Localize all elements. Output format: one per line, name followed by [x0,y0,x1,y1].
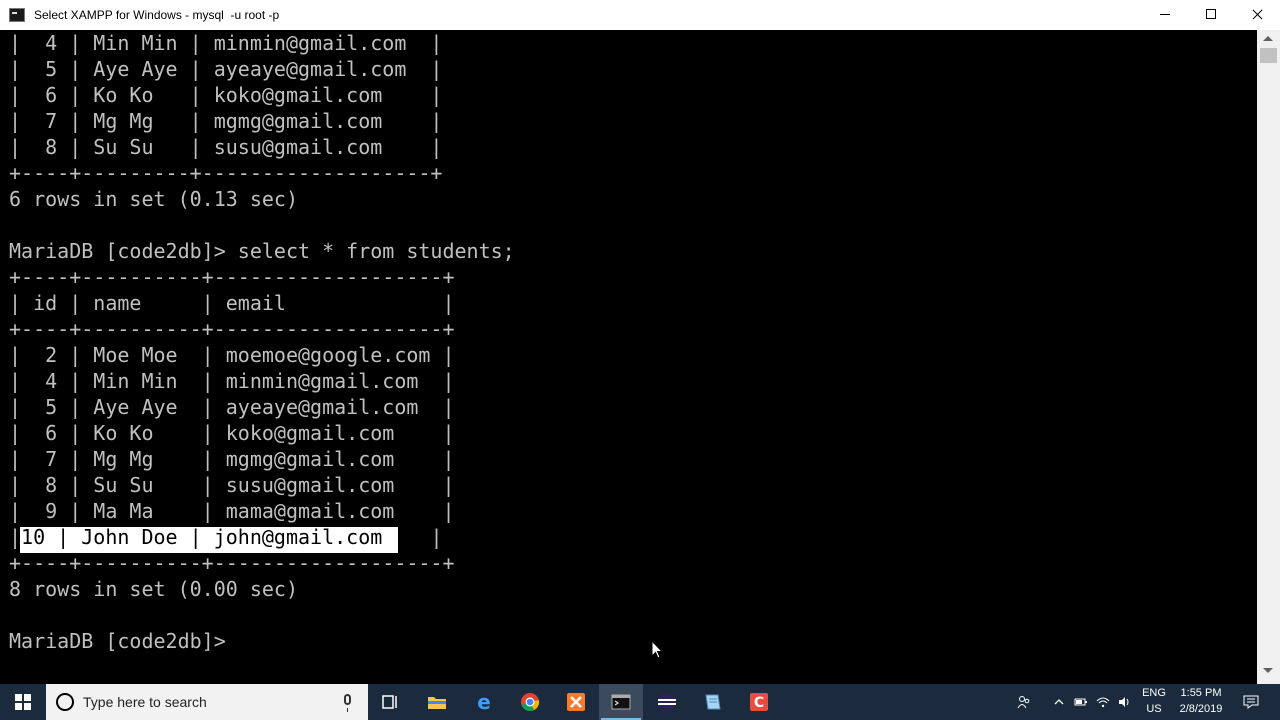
console-line: | 9 | Ma Ma | mama@gmail.com | [9,499,455,523]
console-line: | 5 | Aye Aye | ayeaye@gmail.com | [9,395,455,419]
scroll-down-arrow-icon[interactable] [1263,668,1273,673]
volume-icon[interactable] [1117,695,1131,709]
scrollbar-thumb[interactable] [1260,48,1277,63]
notepad-icon [705,694,721,710]
mouse-cursor-icon [651,640,663,659]
chrome-icon [521,693,540,712]
maximize-button[interactable] [1188,0,1234,30]
svg-text:C: C [754,695,764,711]
taskbar-search-box[interactable]: Type here to search [46,684,368,720]
windows-logo-icon [15,694,31,710]
cortana-circle-icon [56,693,74,711]
console-line: | 4 | Min Min | minmin@gmail.com | [9,31,443,55]
vertical-scrollbar[interactable] [1257,30,1280,684]
console-prompt-line: MariaDB [code2db]> [9,629,226,653]
console-line: 6 rows in set (0.13 sec) [9,187,298,211]
taskbar: Type here to search e C ENG US 1:55 PM 2… [0,684,1280,720]
task-view-button[interactable] [368,684,412,720]
console-line: | 6 | Ko Ko | koko@gmail.com | [9,83,443,107]
red-app-icon: C [750,693,768,711]
console-line: | 7 | Mg Mg | mgmg@gmail.com | [9,447,455,471]
console-prompt-line: MariaDB [code2db]> select * from student… [9,239,515,263]
console-line: +----+----------+-------------------+ [9,317,455,341]
window-title: Select XAMPP for Windows - mysql -u root… [34,8,280,22]
red-app-button[interactable]: C [737,684,781,720]
svg-text:e: e [477,692,491,712]
console-line: | 2 | Moe Moe | moemoe@google.com | [9,343,455,367]
console-line: 8 rows in set (0.00 sec) [9,577,298,601]
xampp-control-button[interactable] [554,684,598,720]
edge-icon: e [477,692,491,712]
scroll-up-arrow-icon[interactable] [1263,36,1273,41]
console-line: | 7 | Mg Mg | mgmg@gmail.com | [9,109,443,133]
search-placeholder: Type here to search [83,694,207,710]
console-line: +----+---------+-------------------+ [9,161,443,185]
file-explorer-button[interactable] [415,684,459,720]
task-view-icon [382,695,397,709]
console-app-icon[interactable] [9,8,25,22]
command-prompt-button[interactable] [599,684,643,720]
console-line: | 8 | Su Su | susu@gmail.com | [9,135,443,159]
console-line: | 4 | Min Min | minmin@gmail.com | [9,369,455,393]
clock-time[interactable]: 1:55 PM [1172,687,1230,699]
action-center-icon[interactable] [1243,694,1259,710]
battery-icon[interactable] [1074,695,1088,709]
chrome-browser-button[interactable] [508,684,552,720]
editor-app-button[interactable] [691,684,735,720]
console-line-selected: |10 | John Doe | john@gmail.com | [9,525,443,549]
selected-text: 10 | John Doe | john@gmail.com [21,525,383,549]
title-bar: Select XAMPP for Windows - mysql -u root… [0,0,1280,31]
console-line: | 8 | Su Su | susu@gmail.com | [9,473,455,497]
language-indicator[interactable]: ENG [1139,687,1169,699]
people-icon[interactable] [1017,695,1031,709]
close-button[interactable] [1234,0,1280,30]
clock-date[interactable]: 2/8/2019 [1172,703,1230,715]
keyboard-layout[interactable]: US [1139,703,1169,715]
console-line: | 5 | Aye Aye | ayeaye@gmail.com | [9,57,443,81]
microphone-icon[interactable] [344,694,351,712]
console-line: | 6 | Ko Ko | koko@gmail.com | [9,421,455,445]
console-line: +----+----------+-------------------+ [9,265,455,289]
chevron-up-icon[interactable] [1052,695,1066,709]
edge-browser-button[interactable]: e [462,684,506,720]
console-line: | id | name | email | [9,291,455,315]
console-line: +----+----------+-------------------+ [9,551,455,575]
folder-icon [428,697,446,709]
command-prompt-icon [611,694,631,710]
minimize-button[interactable] [1142,0,1188,30]
start-button[interactable] [0,684,46,720]
wifi-icon[interactable] [1096,695,1110,709]
console-output[interactable]: | 4 | Min Min | minmin@gmail.com | | 5 |… [0,30,1257,684]
eclipse-icon [658,693,676,711]
xampp-icon [567,693,585,711]
eclipse-button[interactable] [645,684,689,720]
